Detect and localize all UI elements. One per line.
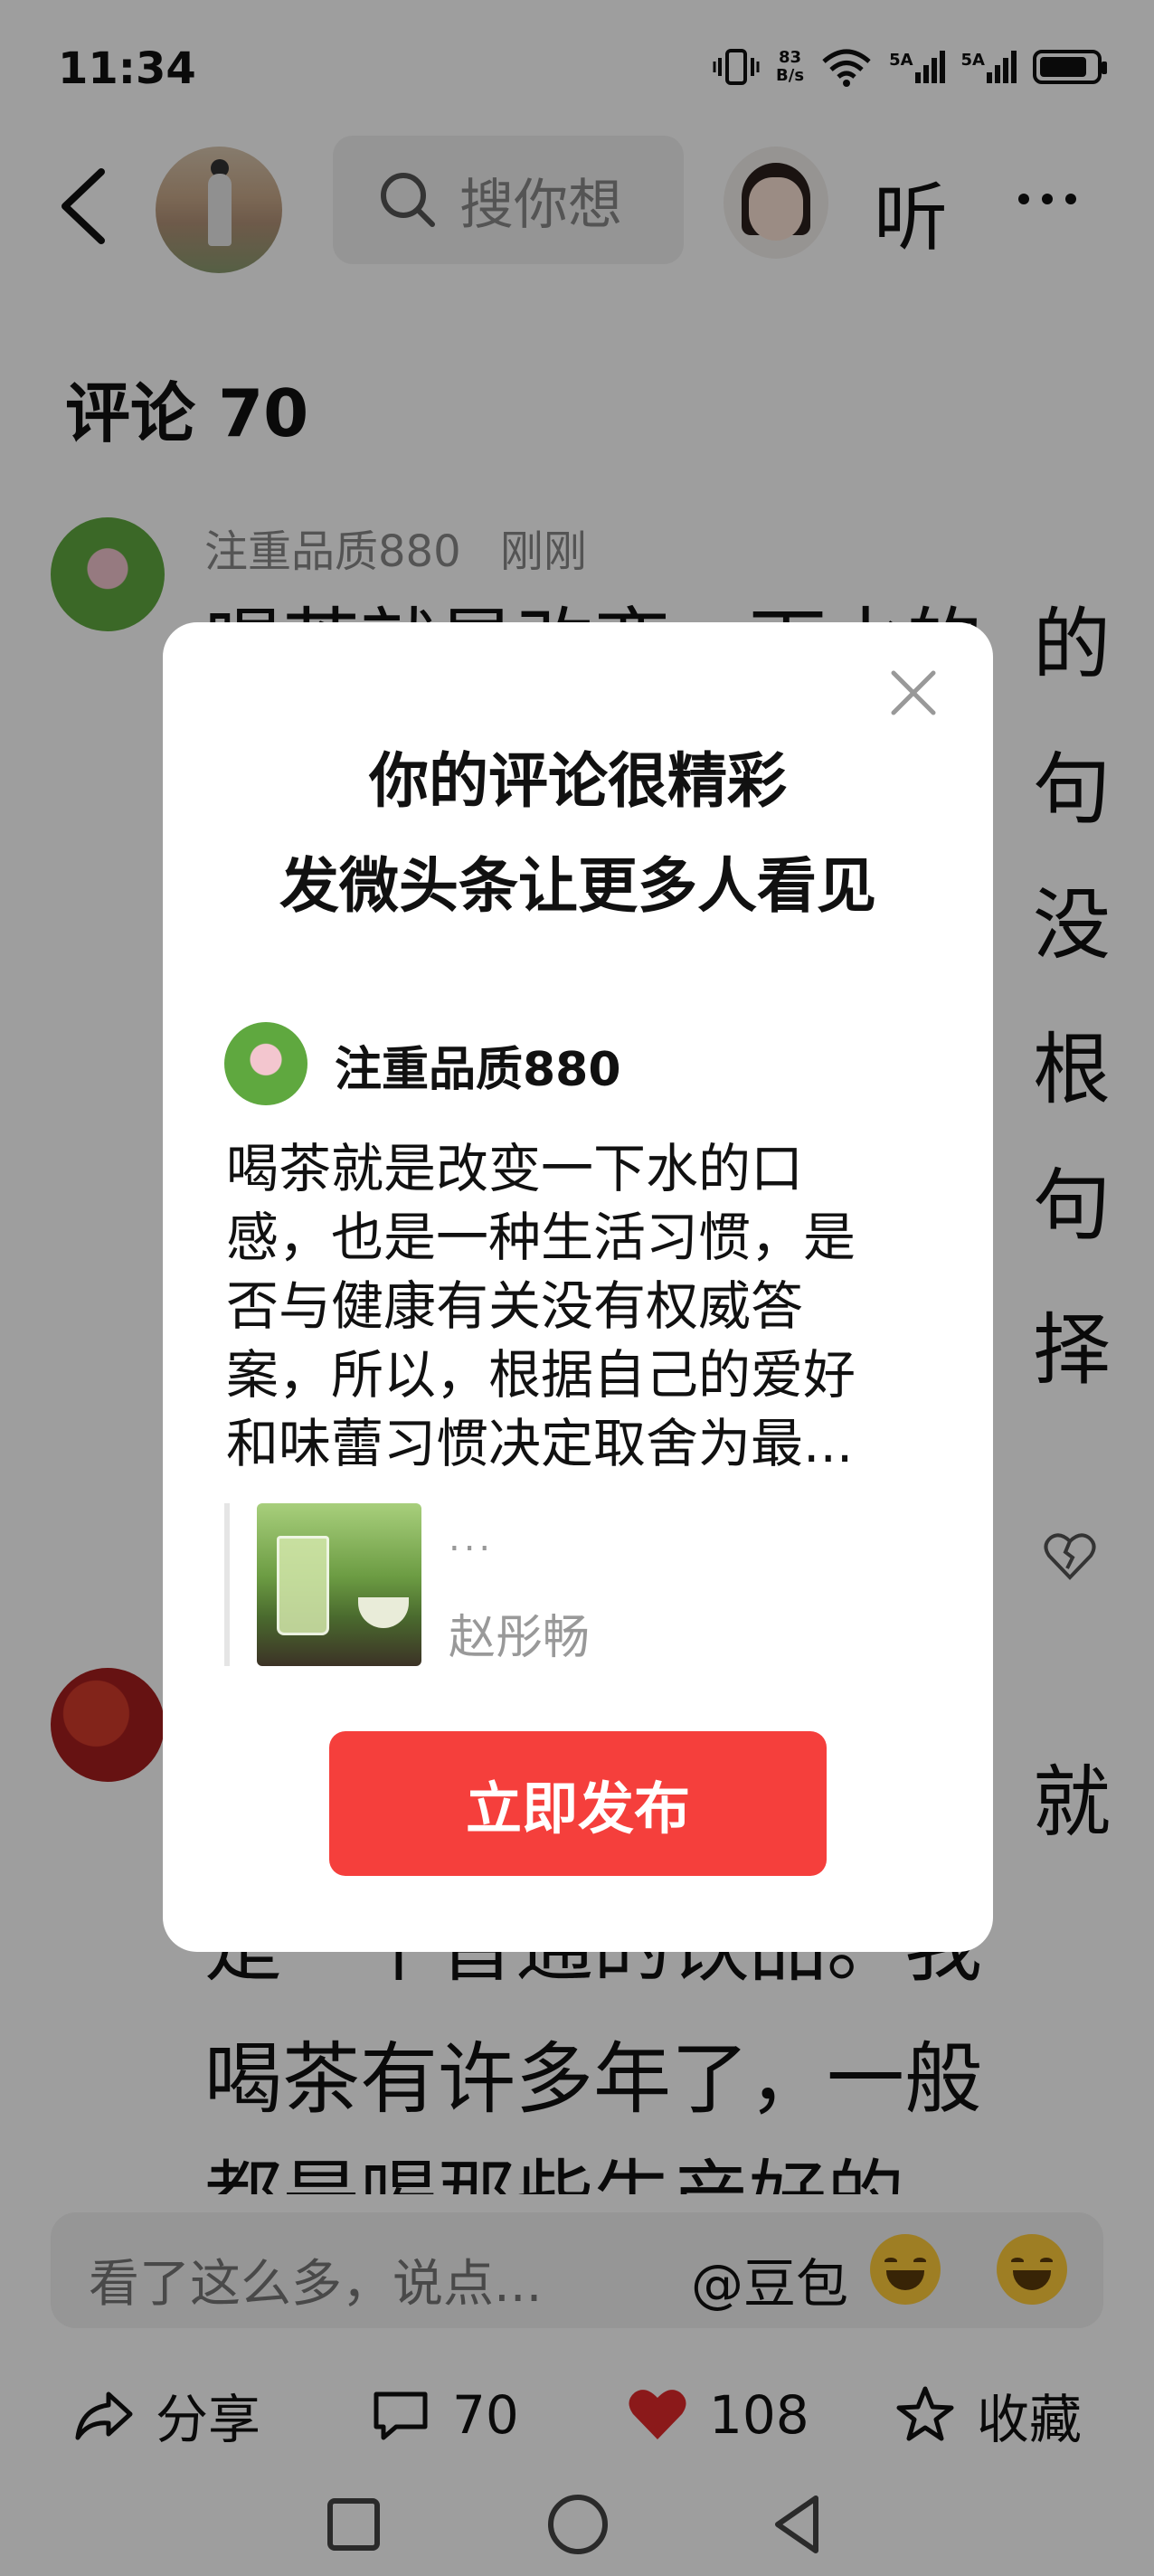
publish-prompt-dialog: 你的评论很精彩 发微头条让更多人看见 注重品质880 喝茶就是改变一下水的口 感… (163, 622, 993, 1952)
dialog-subtitle: 发微头条让更多人看见 (279, 851, 876, 921)
quoted-article-thumbnail (257, 1503, 421, 1666)
preview-username: 注重品质880 (335, 1043, 621, 1097)
preview-text: 喝茶就是改变一下水的口 感，也是一种生活习惯，是 否与健康有关没有权威答 案，所… (226, 1134, 941, 1478)
preview-line: 和味蕾习惯决定取舍为最... (226, 1413, 854, 1474)
preview-avatar (224, 1022, 307, 1105)
dialog-title: 你的评论很精彩 (369, 746, 787, 816)
quoted-article-author: 赵彤畅 (449, 1611, 591, 1665)
preview-line: 否与健康有关没有权威答 (226, 1275, 804, 1337)
preview-line: 感，也是一种生活习惯，是 (226, 1207, 856, 1268)
quoted-article-title: ... (449, 1518, 495, 1559)
close-icon[interactable] (888, 668, 939, 718)
preview-line: 案，所以，根据自己的爱好 (226, 1344, 856, 1406)
publish-now-button[interactable]: 立即发布 (329, 1731, 827, 1876)
quote-bar (224, 1503, 230, 1666)
preview-line: 喝茶就是改变一下水的口 (226, 1138, 804, 1199)
